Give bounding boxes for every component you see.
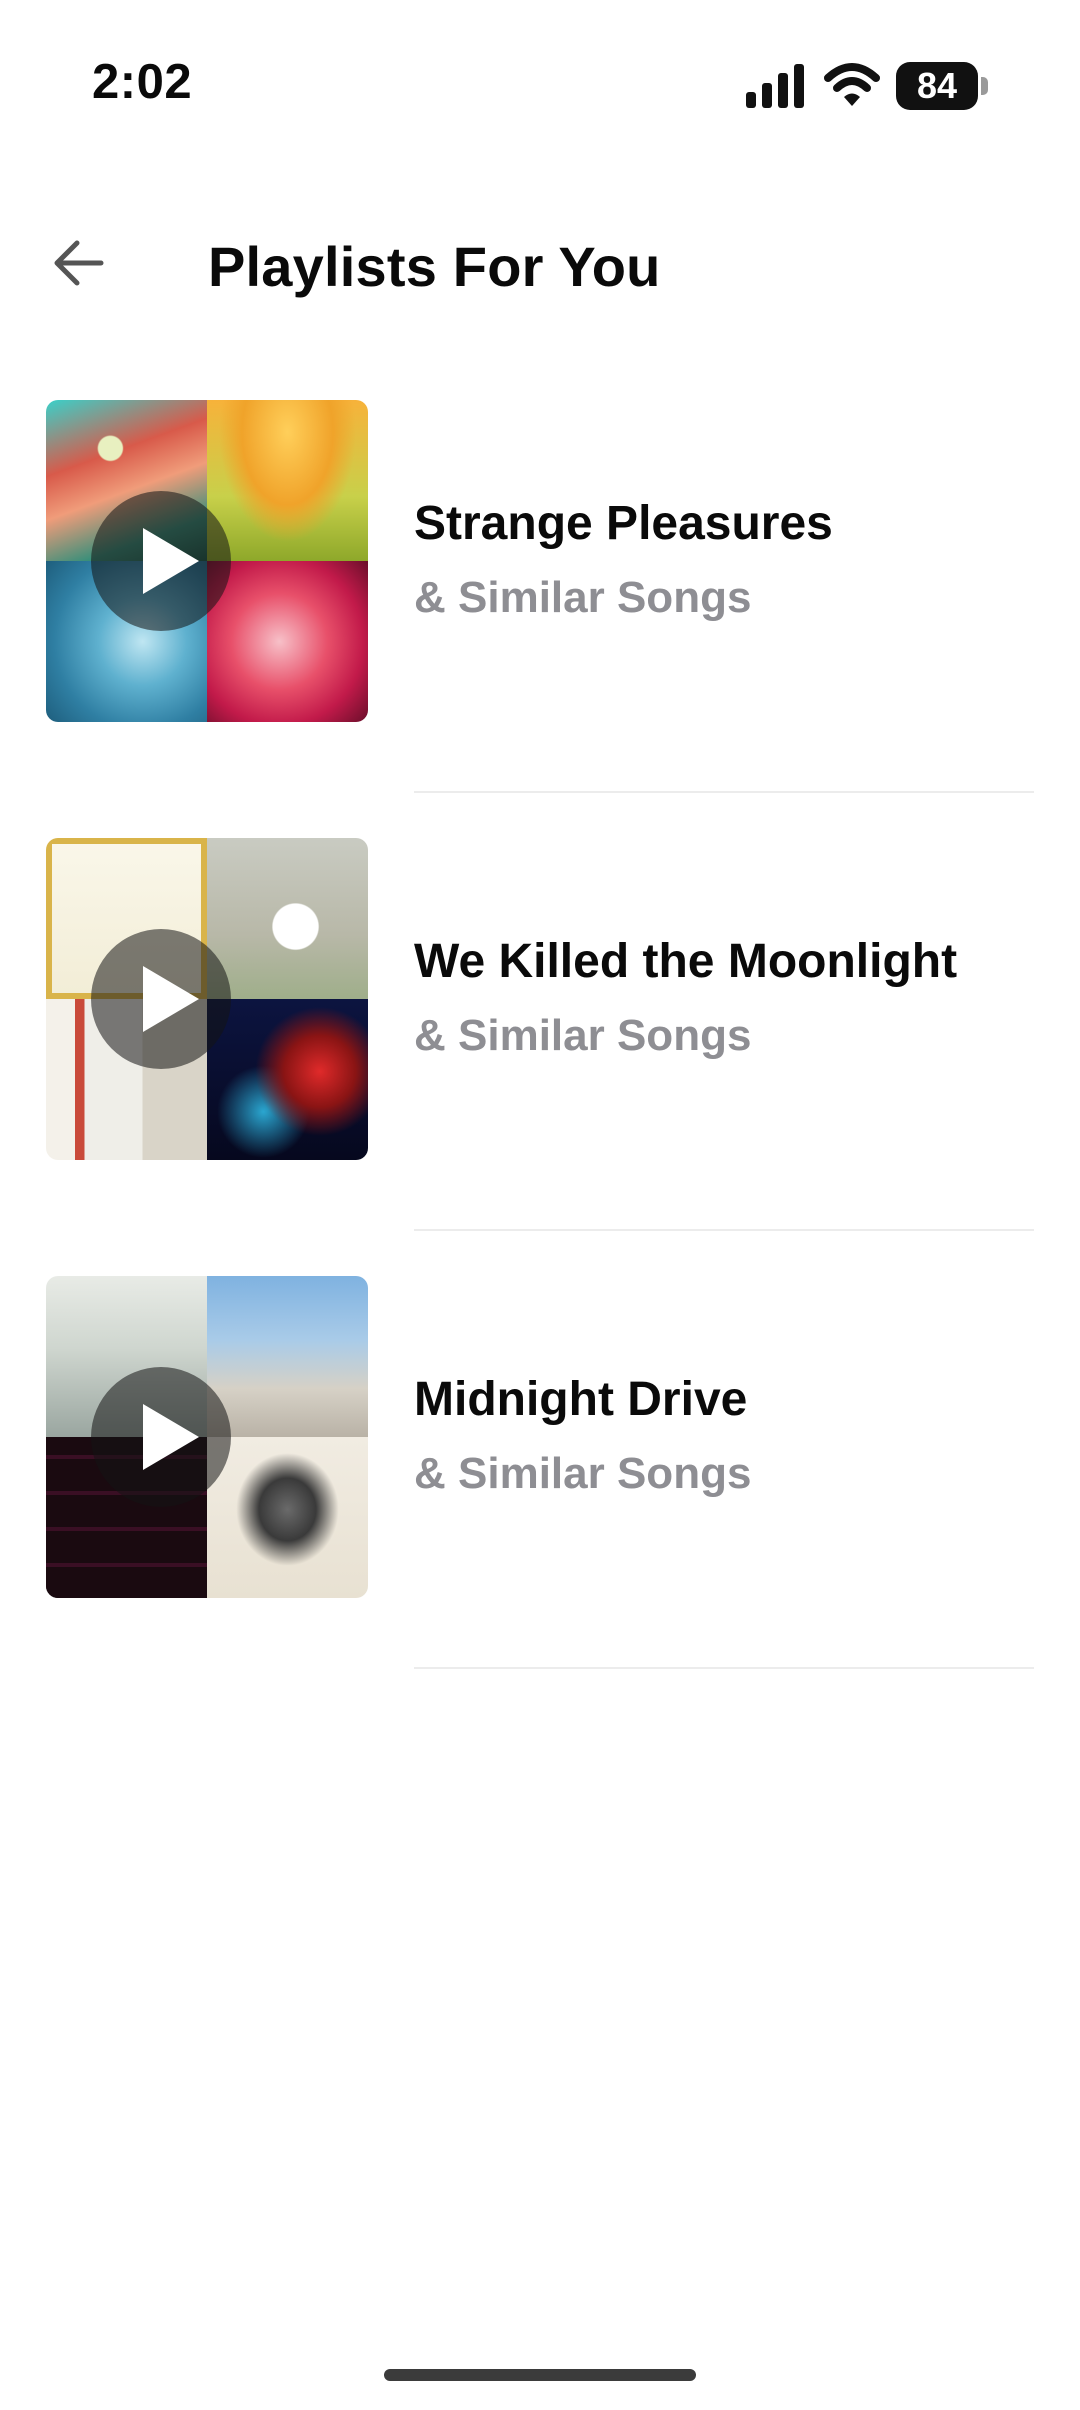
album-cover <box>207 400 368 561</box>
back-button[interactable] <box>44 230 114 300</box>
row-divider <box>414 791 1034 793</box>
page-title: Playlists For You <box>208 235 661 298</box>
playlist-title: Strange Pleasures <box>414 497 833 550</box>
wifi-icon <box>824 62 880 108</box>
playlist-row[interactable]: Strange Pleasures & Similar Songs <box>0 400 1080 838</box>
playlist-title: We Killed the Moonlight <box>414 935 958 988</box>
playlist-subtitle: & Similar Songs <box>414 573 752 622</box>
status-bar: 2:02 84 <box>0 0 1080 170</box>
playlist-subtitle: & Similar Songs <box>414 1449 752 1498</box>
playlist-row[interactable]: We Killed the Moonlight & Similar Songs <box>0 838 1080 1276</box>
album-cover <box>207 999 368 1160</box>
playlist-subtitle: & Similar Songs <box>414 1011 752 1060</box>
album-cover <box>207 838 368 999</box>
album-cover <box>207 1437 368 1598</box>
arrow-left-icon <box>51 238 107 293</box>
playlist-text: We Killed the Moonlight & Similar Songs <box>414 932 1034 1064</box>
battery-cap <box>981 77 988 95</box>
play-icon <box>143 966 199 1032</box>
playlist-text: Strange Pleasures & Similar Songs <box>414 494 1034 626</box>
battery-icon: 84 <box>896 62 988 110</box>
playlist-row[interactable]: Midnight Drive & Similar Songs <box>0 1276 1080 1714</box>
header: Playlists For You <box>0 200 1080 330</box>
album-cover <box>207 561 368 722</box>
status-time: 2:02 <box>92 55 193 109</box>
album-cover <box>207 1276 368 1437</box>
playlist-title: Midnight Drive <box>414 1373 748 1426</box>
play-icon <box>143 528 199 594</box>
row-divider <box>414 1229 1034 1231</box>
signal-icon <box>746 64 804 108</box>
battery-level: 84 <box>916 65 958 106</box>
home-indicator[interactable] <box>384 2369 696 2381</box>
playlist-text: Midnight Drive & Similar Songs <box>414 1370 1034 1502</box>
play-icon <box>143 1404 199 1470</box>
row-divider <box>414 1667 1034 1669</box>
